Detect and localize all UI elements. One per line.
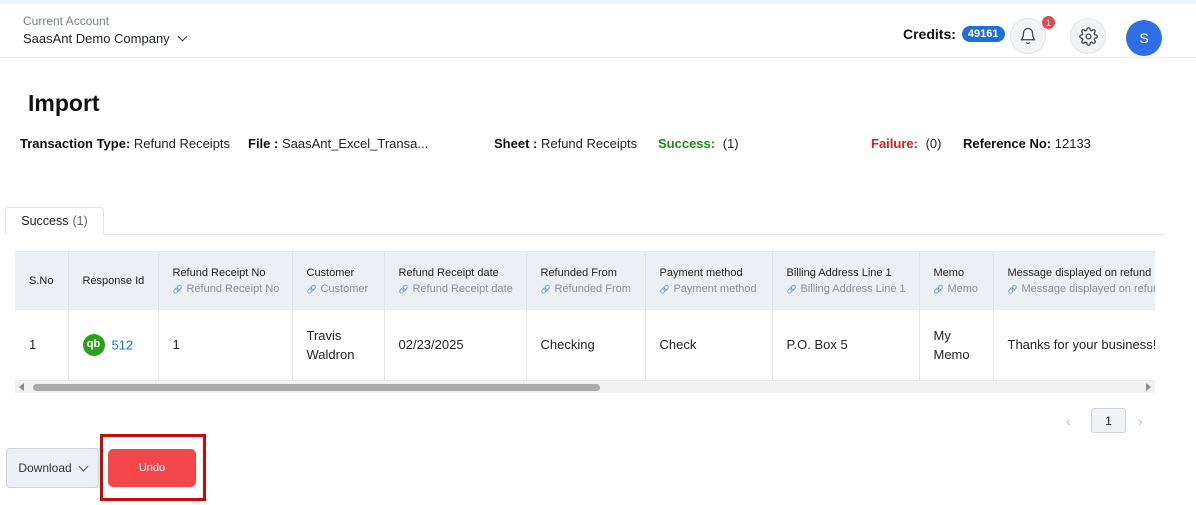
col-header-refunded-from[interactable]: Refunded FromRefunded From — [526, 252, 646, 310]
cell-response-id: qb 512 — [68, 310, 159, 380]
download-button[interactable]: Download — [6, 448, 99, 488]
cell-memo: My Memo — [919, 310, 994, 380]
transaction-type-info: Transaction Type: Refund Receipts — [20, 136, 230, 151]
chevron-down-icon — [177, 31, 188, 42]
undo-button[interactable]: Undo — [108, 449, 196, 487]
col-header-refund-receipt-no[interactable]: Refund Receipt NoRefund Receipt No — [158, 252, 293, 310]
results-table: S.No Response Id Refund Receipt NoRefund… — [15, 252, 1155, 380]
pagination-next-button[interactable]: › — [1138, 413, 1143, 429]
tab-success-count: (1) — [72, 214, 88, 228]
mapped-field-label: Refunded From — [541, 283, 645, 295]
cell-date: 02/23/2025 — [384, 310, 527, 380]
transaction-type-value: Refund Receipts — [133, 136, 231, 151]
results-table-container: S.No Response Id Refund Receipt NoRefund… — [15, 251, 1155, 380]
sheet-value: Refund Receipts — [540, 136, 638, 151]
current-account-label: Current Account — [23, 14, 110, 28]
user-avatar[interactable]: S — [1126, 20, 1162, 56]
settings-button[interactable] — [1070, 18, 1106, 54]
pagination-current-page[interactable]: 1 — [1091, 408, 1126, 433]
scroll-left-icon[interactable] — [19, 383, 24, 391]
success-label: Success: — [658, 136, 716, 151]
cell-sno: 1 — [15, 310, 69, 380]
notifications-button[interactable] — [1010, 18, 1046, 54]
failure-count: (0) — [925, 136, 942, 151]
horizontal-scrollbar[interactable] — [15, 380, 1155, 393]
col-header-refund-receipt-date[interactable]: Refund Receipt dateRefund Receipt date — [384, 252, 527, 310]
scrollbar-thumb[interactable] — [33, 384, 600, 391]
file-info: File : SaasAnt_Excel_Transa... — [248, 136, 428, 151]
page-title: Import — [28, 90, 100, 116]
reference-value: 12133 — [1054, 136, 1091, 151]
col-header-customer[interactable]: CustomerCustomer — [292, 252, 385, 310]
mapped-field-label: Refund Receipt No — [173, 283, 292, 295]
cell-customer: Travis Waldron — [292, 310, 385, 380]
mapped-field-label: Message displayed on refun — [1008, 283, 1155, 295]
col-header-response-id[interactable]: Response Id — [68, 252, 159, 310]
credits-badge: 49161 — [961, 26, 1005, 42]
success-count: (1) — [722, 136, 739, 151]
gear-icon — [1078, 26, 1098, 46]
notification-count-badge: 1 — [1042, 16, 1055, 29]
credits-indicator: Credits: 49161 — [903, 26, 1005, 42]
cell-message: Thanks for your business! — [993, 310, 1155, 380]
sheet-label: Sheet : — [494, 136, 538, 151]
sheet-info: Sheet : Refund Receipts — [494, 136, 637, 151]
account-name: SaasAnt Demo Company — [23, 31, 170, 46]
cell-refund-receipt-no: 1 — [158, 310, 293, 380]
app-header: Current Account SaasAnt Demo Company Cre… — [0, 4, 1196, 58]
download-label: Download — [18, 461, 72, 475]
account-switcher[interactable]: SaasAnt Demo Company — [23, 31, 188, 46]
bell-icon — [1020, 27, 1036, 45]
failure-label: Failure: — [871, 136, 918, 151]
credits-label: Credits: — [903, 26, 956, 42]
tab-success[interactable]: Success (1) — [5, 207, 104, 235]
mapped-field-label: Refund Receipt date — [399, 283, 526, 295]
response-id-link[interactable]: 512 — [112, 337, 134, 352]
mapped-field-label: Payment method — [660, 283, 772, 295]
file-label: File : — [248, 136, 279, 151]
quickbooks-icon: qb — [82, 333, 105, 356]
failure-count-info: Failure: (0) — [871, 136, 941, 151]
mapped-field-label: Memo — [934, 283, 993, 295]
col-header-sno[interactable]: S.No — [15, 252, 69, 310]
table-header-row: S.No Response Id Refund Receipt NoRefund… — [15, 252, 1155, 310]
chevron-down-icon — [78, 461, 89, 471]
mapped-field-label: Customer — [307, 283, 384, 295]
col-header-message[interactable]: Message displayed on refund rMessage dis… — [993, 252, 1155, 310]
transaction-type-label: Transaction Type: — [20, 136, 131, 151]
mapped-field-label: Billing Address Line 1 — [787, 283, 919, 295]
col-header-billing-address[interactable]: Billing Address Line 1Billing Address Li… — [772, 252, 920, 310]
success-count-info: Success: (1) — [658, 136, 739, 151]
pagination-prev-button[interactable]: ‹ — [1066, 413, 1071, 429]
tabs-divider — [5, 234, 1165, 235]
table-row: 1 qb 512 1 Travis Waldron 02/23/2025 Check… — [15, 310, 1155, 380]
cell-payment-method: Check — [645, 310, 773, 380]
cell-refunded-from: Checking — [526, 310, 646, 380]
reference-info: Reference No: 12133 — [963, 136, 1091, 151]
reference-label: Reference No: — [963, 136, 1052, 151]
cell-billing-address: P.O. Box 5 — [772, 310, 920, 380]
tab-success-label: Success — [21, 214, 69, 228]
col-header-payment-method[interactable]: Payment methodPayment method — [645, 252, 773, 310]
scroll-right-icon[interactable] — [1146, 383, 1151, 391]
col-header-memo[interactable]: MemoMemo — [919, 252, 994, 310]
file-value: SaasAnt_Excel_Transa... — [281, 136, 429, 151]
